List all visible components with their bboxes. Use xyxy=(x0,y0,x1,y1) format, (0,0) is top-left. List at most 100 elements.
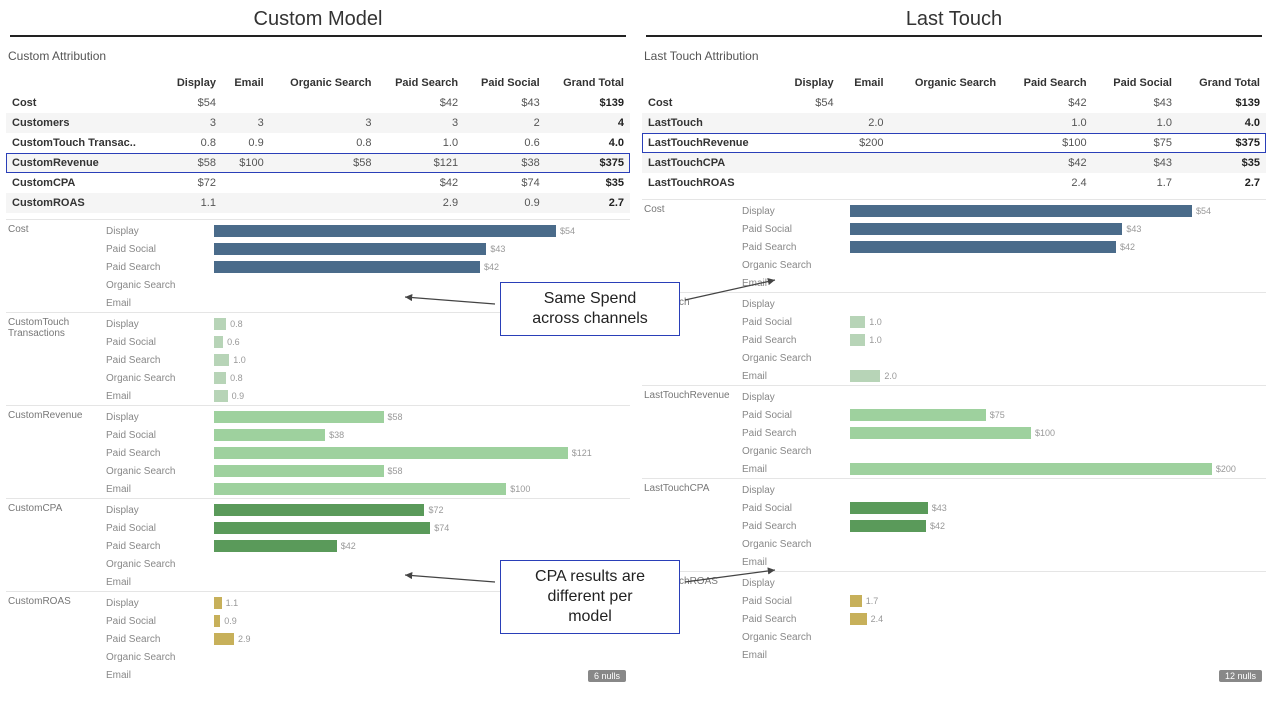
channel-label: Email xyxy=(740,278,850,289)
bar-row: Paid Social1.0 xyxy=(740,313,1266,331)
cell: 2 xyxy=(464,113,546,133)
cell: 0.9 xyxy=(222,133,270,153)
cell: 2.0 xyxy=(840,113,890,133)
bar-row: Display xyxy=(740,388,1266,406)
channel-label: Display xyxy=(104,412,214,423)
row-label: CustomROAS xyxy=(6,193,163,213)
bar-row: Display$54 xyxy=(104,222,630,240)
channel-label: Paid Search xyxy=(104,541,214,552)
bar xyxy=(214,633,234,645)
row-label: CustomRevenue xyxy=(6,153,163,173)
cell: $42 xyxy=(377,173,464,193)
bar-row: Email xyxy=(740,553,1266,571)
channel-label: Paid Social xyxy=(104,337,214,348)
bar xyxy=(850,316,865,328)
cell: 3 xyxy=(377,113,464,133)
cell xyxy=(778,153,840,173)
col-header: Display xyxy=(163,73,222,93)
channel-label: Organic Search xyxy=(740,539,850,550)
bar xyxy=(214,390,228,402)
channel-label: Display xyxy=(104,226,214,237)
channel-label: Display xyxy=(104,598,214,609)
cell xyxy=(778,113,840,133)
cell: $43 xyxy=(1093,93,1178,113)
cell: $42 xyxy=(1002,93,1092,113)
row-label: LastTouchCPA xyxy=(642,153,778,173)
channel-label: Organic Search xyxy=(104,559,214,570)
nulls-badge[interactable]: 6 nulls xyxy=(588,670,626,682)
bar-group: LastTouchROASDisplayPaid Social1.7Paid S… xyxy=(642,571,1266,664)
bar xyxy=(850,463,1212,475)
bar-row: Paid Social$74 xyxy=(104,519,630,537)
bar xyxy=(214,354,229,366)
channel-label: Paid Search xyxy=(740,614,850,625)
cell: $121 xyxy=(377,153,464,173)
row-total: 4.0 xyxy=(546,133,630,153)
bar-row: Paid Search$42 xyxy=(740,238,1266,256)
bar-value: $74 xyxy=(434,523,449,533)
bar xyxy=(214,465,384,477)
bar xyxy=(214,447,568,459)
table-row: LastTouch2.01.01.04.0 xyxy=(642,113,1266,133)
cell xyxy=(270,193,378,213)
cell: 3 xyxy=(270,113,378,133)
channel-label: Paid Search xyxy=(740,242,850,253)
channel-label: Paid Search xyxy=(104,448,214,459)
bar xyxy=(850,613,867,625)
cell: 1.0 xyxy=(1002,113,1092,133)
bar-row: Paid Social$43 xyxy=(740,220,1266,238)
bar xyxy=(214,504,424,516)
bar-row: Paid Search$100 xyxy=(740,424,1266,442)
cell xyxy=(890,133,1003,153)
bar-row: Display$58 xyxy=(104,408,630,426)
cell: $75 xyxy=(1093,133,1178,153)
callout-cpa: CPA results aredifferent permodel xyxy=(500,560,680,634)
cell xyxy=(222,173,270,193)
bar-value: 1.7 xyxy=(866,596,879,606)
bar-group-label: CustomRevenue xyxy=(6,408,104,498)
channel-label: Paid Search xyxy=(740,428,850,439)
channel-label: Paid Search xyxy=(104,262,214,273)
row-total: 4 xyxy=(546,113,630,133)
callout-spend: Same Spendacross channels xyxy=(500,282,680,336)
bar-row: Paid Social$43 xyxy=(104,240,630,258)
table-row: LastTouchROAS2.41.72.7 xyxy=(642,173,1266,193)
cell xyxy=(890,113,1003,133)
table-row: CustomCPA$72$42$74$35 xyxy=(6,173,630,193)
cell: $100 xyxy=(222,153,270,173)
channel-label: Paid Social xyxy=(740,410,850,421)
channel-label: Organic Search xyxy=(740,632,850,643)
bar-value: 0.6 xyxy=(227,337,240,347)
bar-group-label: Cost xyxy=(6,222,104,312)
bar-value: $43 xyxy=(932,503,947,513)
bar-row: Paid Search$121 xyxy=(104,444,630,462)
channel-label: Organic Search xyxy=(740,260,850,271)
attribution-table: DisplayEmailOrganic SearchPaid SearchPai… xyxy=(642,73,1266,193)
col-header: Paid Search xyxy=(1002,73,1092,93)
bar-row: Organic Search xyxy=(740,349,1266,367)
row-label: LastTouchRevenue xyxy=(642,133,778,153)
bar-row: Email$100 xyxy=(104,480,630,498)
row-total: 2.7 xyxy=(1178,173,1266,193)
cell xyxy=(222,193,270,213)
bar-value: $43 xyxy=(490,244,505,254)
nulls-badge[interactable]: 12 nulls xyxy=(1219,670,1262,682)
bar-row: Display xyxy=(740,481,1266,499)
cell: 0.6 xyxy=(464,133,546,153)
channel-label: Organic Search xyxy=(740,446,850,457)
bar-group-label: CustomROAS xyxy=(6,594,104,684)
channel-label: Display xyxy=(740,299,850,310)
bar-value: 1.0 xyxy=(869,317,882,327)
bar-row: Organic Search xyxy=(740,442,1266,460)
bar-group: LastTouchCPADisplayPaid Social$43Paid Se… xyxy=(642,478,1266,571)
cell: $74 xyxy=(464,173,546,193)
bar-group-label: LastTouchCPA xyxy=(642,481,740,571)
bar-row: Email2.0 xyxy=(740,367,1266,385)
bar xyxy=(214,243,486,255)
row-label: Cost xyxy=(642,93,778,113)
bar-group: CostDisplay$54Paid Social$43Paid Search$… xyxy=(642,199,1266,292)
bar-row: Organic Search xyxy=(740,628,1266,646)
bar-row: Display$54 xyxy=(740,202,1266,220)
channel-label: Email xyxy=(740,371,850,382)
cell: 2.9 xyxy=(377,193,464,213)
